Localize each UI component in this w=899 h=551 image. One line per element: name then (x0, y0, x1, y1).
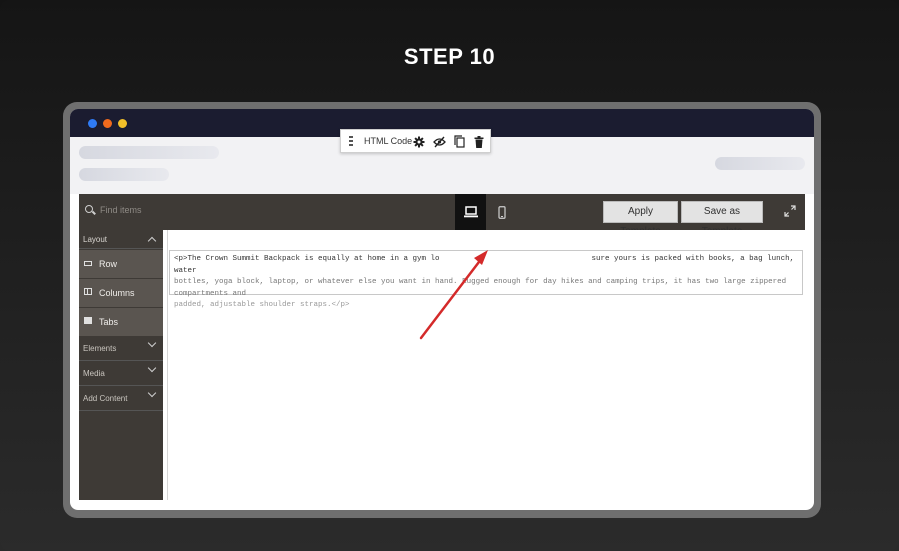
row-icon (84, 261, 92, 266)
copy-icon[interactable] (454, 135, 466, 148)
window-dot-blue (88, 119, 97, 128)
code-line: bottles, yoga block, laptop, or whatever… (174, 278, 787, 298)
html-code-options-toolbar: HTML Code (340, 129, 491, 153)
skeleton-bar (79, 146, 219, 159)
search-input[interactable] (100, 205, 180, 215)
tabs-icon (84, 317, 92, 324)
editor-stage: <p>The Crown Summit Backpack is equally … (163, 230, 805, 500)
sidebar-item-tabs[interactable]: Tabs (79, 308, 163, 336)
gear-icon[interactable] (413, 135, 425, 148)
html-code-block[interactable]: <p>The Crown Summit Backpack is equally … (169, 250, 803, 309)
columns-icon (84, 288, 92, 295)
block-type-label: HTML Code (364, 136, 413, 146)
sidebar-section-layout[interactable]: Layout (79, 230, 163, 249)
save-template-button[interactable]: Save as Template (681, 201, 763, 237)
sidebar-section-elements[interactable]: Elements (79, 336, 163, 361)
chevron-down-icon (147, 388, 157, 398)
window-dot-yellow (118, 119, 127, 128)
sidebar-item-label: Tabs (99, 317, 119, 327)
sidebar-section-label: Media (83, 369, 105, 378)
desktop-view-button[interactable] (455, 194, 486, 230)
chevron-down-icon (147, 338, 157, 348)
hide-icon[interactable] (433, 135, 446, 148)
search-icon (85, 205, 95, 215)
search (85, 205, 180, 215)
fullscreen-icon[interactable] (783, 205, 797, 219)
window-dot-orange (103, 119, 112, 128)
sidebar-item-columns[interactable]: Columns (79, 279, 163, 307)
sidebar-item-label: Columns (99, 288, 135, 298)
step-title: STEP 10 (403, 44, 496, 69)
laptop-icon (463, 206, 478, 218)
sidebar-item-row[interactable]: Row (79, 250, 163, 278)
sidebar-section-label: Layout (83, 235, 108, 244)
skeleton-bar (79, 168, 169, 181)
chevron-up-icon (147, 236, 157, 246)
trash-icon[interactable] (474, 135, 486, 148)
mobile-icon (497, 205, 506, 219)
html-code-content: <p>The Crown Summit Backpack is equally … (174, 254, 800, 312)
element-sidebar: Layout Row Columns Tabs Elements Media A… (79, 230, 163, 500)
sidebar-section-add-content[interactable]: Add Content (79, 386, 163, 411)
code-line: <p>The Crown Summit Backpack is equally … (174, 255, 795, 275)
skeleton-bar (715, 157, 805, 170)
apply-template-button[interactable]: Apply Template (603, 201, 678, 237)
stage-divider (167, 230, 168, 500)
drag-handle-icon[interactable] (349, 136, 353, 148)
mobile-view-button[interactable] (486, 194, 517, 230)
sidebar-section-label: Elements (83, 344, 117, 353)
sidebar-section-label: Add Content (83, 394, 128, 403)
page-builder-toolbar: Apply Template Save as Template (79, 194, 805, 237)
chevron-down-icon (147, 363, 157, 373)
sidebar-section-media[interactable]: Media (79, 361, 163, 386)
code-line: padded, adjustable shoulder straps.</p> (174, 301, 350, 309)
browser-window: Apply Template Save as Template Layout R… (70, 109, 814, 510)
sidebar-item-label: Row (99, 259, 118, 269)
